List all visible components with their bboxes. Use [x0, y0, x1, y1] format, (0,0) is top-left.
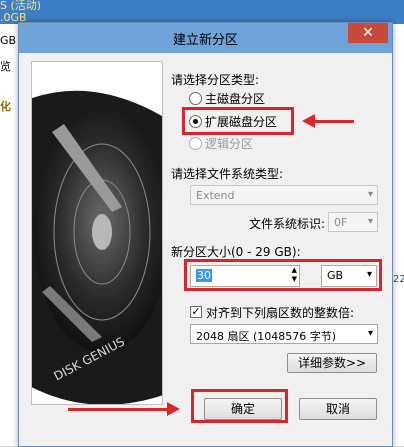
background-disk-info: S (活动) .0GB: [0, 0, 42, 24]
new-partition-dialog: 建立新分区 ✕ DISK GENIUS 请选择分区类型: 主磁盘分区 扩展磁盘分…: [18, 22, 393, 447]
background-left-label-2: 览: [0, 60, 11, 73]
background-right-panel: 22: [392, 24, 404, 446]
size-label: 新分区大小(0 - 29 GB):: [171, 245, 301, 259]
fs-id-value: 0F: [334, 216, 348, 229]
highlight-box-ok: [191, 389, 288, 423]
background-left-label-1: GB: [0, 34, 17, 47]
dialog-title: 建立新分区: [172, 33, 238, 48]
align-select[interactable]: 2048 扇区 (1048576 字节) ▾: [190, 324, 378, 344]
radio-logical[interactable]: [189, 137, 202, 150]
background-header: S (活动) .0GB: [0, 0, 404, 24]
background-right-label: 22: [393, 274, 404, 285]
annotation-arrow-line: [314, 120, 354, 123]
disk-genius-artwork: DISK GENIUS: [31, 61, 163, 405]
cancel-button[interactable]: 取消: [299, 398, 377, 420]
highlight-box-extended: [182, 107, 294, 135]
background-left-label-3: 化: [0, 100, 11, 113]
annotation-arrow-right-icon: [167, 402, 180, 416]
align-checkbox[interactable]: ✓: [190, 306, 202, 318]
chevron-down-icon: ▾: [367, 189, 373, 200]
dialog-titlebar[interactable]: 建立新分区 ✕: [19, 23, 392, 53]
fs-type-select[interactable]: Extend ▾: [190, 185, 378, 205]
align-label[interactable]: 对齐到下列扇区数的整数倍:: [206, 304, 354, 321]
highlight-box-size: [184, 259, 382, 291]
fs-type-value: Extend: [196, 189, 235, 202]
chevron-down-icon: ▾: [367, 328, 373, 339]
background-left-panel: GB 览 化: [0, 24, 19, 446]
radio-primary-label[interactable]: 主磁盘分区: [205, 90, 265, 107]
hard-disk-icon: DISK GENIUS: [32, 62, 162, 404]
fs-type-label: 请选择文件系统类型:: [171, 167, 284, 181]
annotation-arrow-left-icon: [302, 114, 315, 128]
partition-type-label: 请选择分区类型:: [171, 73, 260, 87]
fs-id-label: 文件系统标识:: [249, 217, 326, 231]
detail-params-button[interactable]: 详细参数>>: [287, 353, 377, 373]
close-icon: ✕: [362, 25, 374, 41]
fs-id-select[interactable]: 0F ▾: [328, 212, 378, 232]
close-button[interactable]: ✕: [348, 23, 388, 43]
radio-primary[interactable]: [189, 92, 202, 105]
chevron-down-icon: ▾: [367, 216, 373, 227]
annotation-arrow-line: [68, 408, 168, 411]
radio-logical-label[interactable]: 逻辑分区: [205, 135, 253, 152]
align-value: 2048 扇区 (1048576 字节): [196, 330, 337, 343]
